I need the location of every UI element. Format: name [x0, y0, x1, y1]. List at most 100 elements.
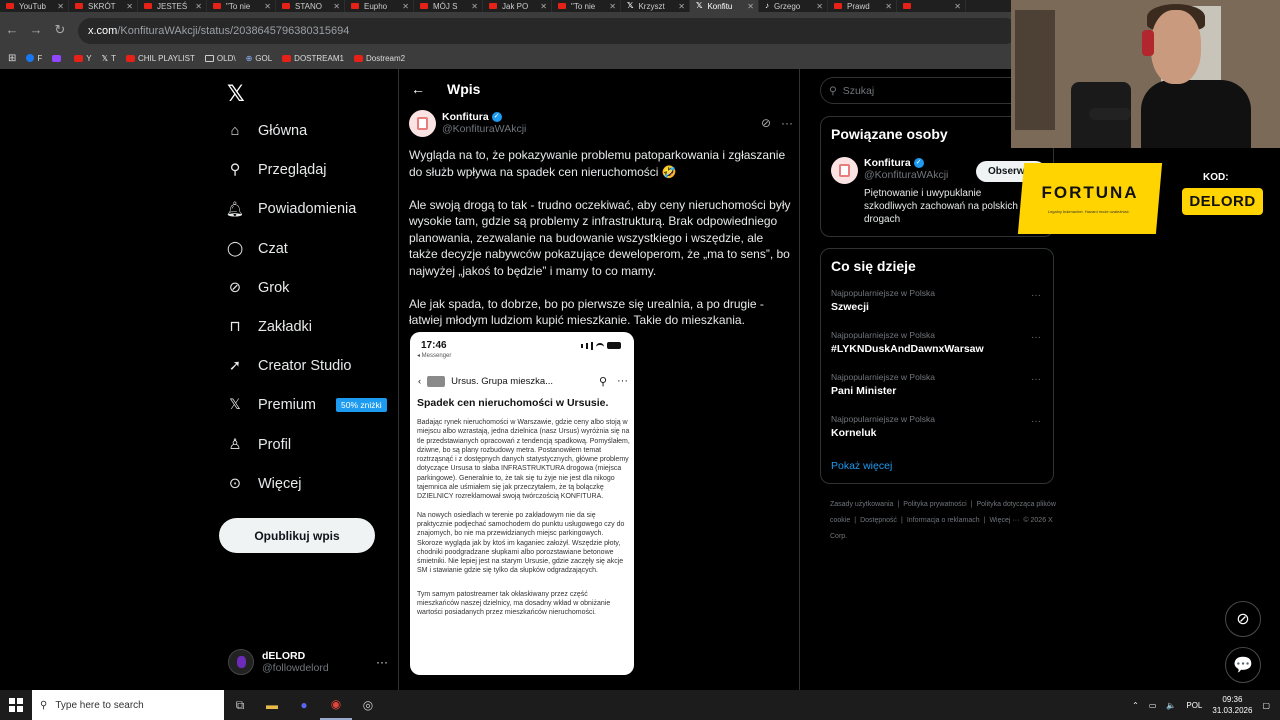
sidebar-item-chat[interactable]: ◯ Czat	[226, 237, 288, 261]
taskbar-search[interactable]: ⚲ Type here to search	[32, 690, 224, 720]
close-tab-icon[interactable]: ✕	[264, 2, 271, 11]
volume-icon[interactable]: 🔈	[1166, 701, 1176, 710]
trend-item[interactable]: Najpopularniejsze w Polska Pani Minister ·…	[831, 372, 1045, 397]
reload-icon[interactable]: ↻	[48, 22, 72, 38]
browser-tab[interactable]: Eupho ✕	[345, 0, 414, 12]
author-handle[interactable]: @KonfituraWAkcji	[442, 123, 526, 135]
close-tab-icon[interactable]: ✕	[333, 2, 340, 11]
more-icon[interactable]: ···	[1031, 374, 1041, 385]
clock[interactable]: 09:36 31.03.2026	[1212, 694, 1252, 716]
browser-tab[interactable]: "To nie ✕	[207, 0, 276, 12]
sidebar-item-more[interactable]: ⊙ Więcej	[226, 472, 302, 496]
x-logo-icon[interactable]: 𝕏	[227, 81, 245, 107]
footer-link[interactable]: Dostępność	[860, 517, 897, 524]
bookmark-label: T	[111, 53, 116, 63]
close-tab-icon[interactable]: ✕	[954, 2, 961, 11]
close-tab-icon[interactable]: ✕	[609, 2, 616, 11]
url-bar[interactable]: x.com/KonfituraWAkcji/status/20386457963…	[78, 18, 1018, 44]
task-view-icon[interactable]: ⧉	[224, 690, 256, 720]
close-tab-icon[interactable]: ✕	[471, 2, 478, 11]
input-language[interactable]: POL	[1186, 701, 1202, 710]
search-input[interactable]: Szukaj	[843, 85, 875, 97]
browser-tab[interactable]: 𝕏 Krzyszt ✕	[621, 0, 690, 12]
more-icon[interactable]: ···	[1031, 416, 1041, 427]
close-tab-icon[interactable]: ✕	[126, 2, 133, 11]
browser-tab[interactable]: ♪ Grzego ✕	[759, 0, 828, 12]
sidebar-item-search[interactable]: ⚲ Przeglądaj	[226, 158, 327, 182]
file-explorer-icon[interactable]: ▬	[256, 690, 288, 720]
post-image[interactable]: 17:46 ◂ Messenger ‹ Ursus. Grupa mieszka…	[410, 332, 634, 675]
browser-tab[interactable]: SKRÓT ✕	[69, 0, 138, 12]
browser-tab[interactable]: ✕	[897, 0, 966, 12]
more-icon[interactable]: ···	[781, 116, 793, 130]
post-button[interactable]: Opublikuj wpis	[219, 518, 375, 553]
discord-icon[interactable]: ●	[288, 690, 320, 720]
trend-name: Pani Minister	[831, 385, 897, 397]
trend-item[interactable]: Najpopularniejsze w Polska #LYKNDuskAndDa…	[831, 330, 1045, 355]
browser-tab[interactable]: Prawd ✕	[828, 0, 897, 12]
sidebar-item-person[interactable]: ♙ Profil	[226, 433, 292, 457]
close-tab-icon[interactable]: ✕	[195, 2, 202, 11]
taskbar-search-input[interactable]: Type here to search	[55, 700, 143, 711]
author-avatar[interactable]	[409, 109, 436, 137]
close-tab-icon[interactable]: ✕	[678, 2, 685, 11]
windows-start-icon[interactable]	[0, 690, 32, 720]
more-icon[interactable]: ···	[376, 655, 388, 669]
notification-icon[interactable]: ▢	[1262, 701, 1270, 710]
footer-link[interactable]: Informacja o reklamach	[907, 517, 980, 524]
back-arrow-icon[interactable]: ←	[411, 81, 425, 97]
browser-tab[interactable]: YouTub ✕	[0, 0, 69, 12]
bookmark-item[interactable]: CHIL PLAYLIST	[125, 54, 195, 63]
back-icon[interactable]: ←	[0, 22, 24, 37]
bookmark-item[interactable]: Y	[74, 54, 92, 63]
sidebar-item-grok[interactable]: ⊘ Grok	[226, 276, 290, 300]
account-switcher[interactable]: dELORD @followdelord ···	[228, 644, 388, 680]
grok-icon[interactable]: ⊘	[761, 116, 771, 130]
browser-tab[interactable]: JESTEŚ ✕	[138, 0, 207, 12]
browser-tab[interactable]: MÓJ S ✕	[414, 0, 483, 12]
network-icon[interactable]: ▭	[1149, 701, 1157, 710]
sidebar-item-bell[interactable]: 🔔︎ Powiadomienia	[226, 197, 357, 221]
close-tab-icon[interactable]: ✕	[540, 2, 547, 11]
sidebar-item-x[interactable]: 𝕏 Premium 50% zniżki	[226, 393, 387, 417]
post-paragraph: Ale jak spada, to dobrze, bo po pierwsze…	[409, 296, 764, 328]
more-icon[interactable]: ···	[1031, 332, 1041, 343]
related-avatar[interactable]	[831, 157, 858, 184]
close-tab-icon[interactable]: ✕	[816, 2, 823, 11]
apps-grid-icon[interactable]: ⊞	[8, 53, 16, 64]
bookmark-item[interactable]	[52, 54, 64, 62]
close-tab-icon[interactable]: ✕	[57, 2, 64, 11]
related-name[interactable]: Konfitura	[864, 157, 911, 169]
sidebar-item-bookmark[interactable]: ⊓ Zakładki	[226, 315, 312, 339]
footer-link[interactable]: Zasady użytkowania	[830, 501, 893, 508]
obs-icon[interactable]: ◎	[352, 690, 384, 720]
bookmark-item[interactable]: DOSTREAM1	[282, 54, 344, 63]
close-tab-icon[interactable]: ✕	[747, 2, 754, 11]
chrome-icon[interactable]: ◉	[320, 690, 352, 720]
bookmark-item[interactable]: Dostream2	[353, 54, 405, 63]
bookmark-item[interactable]: F	[26, 54, 42, 63]
browser-tab[interactable]: STANO ✕	[276, 0, 345, 12]
author-name[interactable]: Konfitura	[442, 111, 489, 123]
sidebar-item-rocket[interactable]: ➚ Creator Studio	[226, 354, 352, 378]
trend-item[interactable]: Najpopularniejsze w Polska Szwecji ···	[831, 288, 1045, 313]
sidebar-item-home[interactable]: ⌂ Główna	[226, 119, 308, 143]
footer-link[interactable]: Polityka prywatności	[903, 501, 966, 508]
browser-tab[interactable]: Jak PO ✕	[483, 0, 552, 12]
forward-icon[interactable]: →	[24, 22, 48, 37]
grok-fab-icon[interactable]: ⊘	[1225, 601, 1261, 637]
browser-tab[interactable]: 𝕏 Konfitu ✕	[690, 0, 759, 12]
more-icon[interactable]: ···	[1031, 290, 1041, 301]
browser-tab[interactable]: "To nie ✕	[552, 0, 621, 12]
footer-link[interactable]: Więcej ···	[989, 517, 1019, 524]
close-tab-icon[interactable]: ✕	[402, 2, 409, 11]
bookmark-item[interactable]: ⊕ GOL	[246, 54, 273, 63]
show-more-link[interactable]: Pokaż więcej	[831, 460, 892, 472]
close-tab-icon[interactable]: ✕	[885, 2, 892, 11]
messages-fab-icon[interactable]: 💬	[1225, 647, 1261, 683]
trend-item[interactable]: Najpopularniejsze w Polska Korneluk ···	[831, 414, 1045, 439]
bookmark-item[interactable]: 𝕏T	[102, 54, 116, 63]
tab-label: STANO	[295, 1, 322, 11]
bookmark-item[interactable]: OLD\	[204, 54, 236, 63]
tray-chevron-icon[interactable]: ⌃	[1132, 701, 1139, 710]
